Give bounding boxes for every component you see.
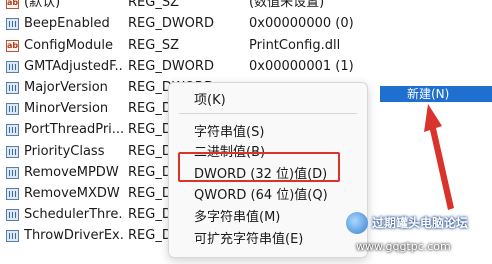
binary-value-icon (6, 230, 19, 242)
registry-row[interactable]: ab ConfigModule REG_SZ PrintConfig.dll (0, 36, 492, 56)
dword-highlight-box (178, 152, 340, 182)
string-value-icon: ab (6, 40, 19, 52)
menu-item-expandable-string-value[interactable]: 可扩充字符串值(E) (194, 228, 303, 247)
value-name: SchedulerThre... (24, 207, 124, 222)
value-name: GMTAdjustedF... (24, 59, 124, 74)
binary-value-icon (6, 82, 19, 94)
value-name: RemoveMXDW (24, 186, 120, 201)
value-data: 0x00000000 (0) (249, 16, 354, 31)
value-data: (数值未设置) (249, 0, 325, 10)
red-arrow-icon (424, 104, 454, 210)
string-value-icon: ab (6, 0, 19, 9)
value-data: PrintConfig.dll (249, 38, 341, 53)
registry-row[interactable]: BeepEnabled REG_DWORD 0x00000000 (0) (0, 14, 492, 34)
value-type: REG_DWORD (128, 59, 214, 74)
binary-value-icon (6, 124, 19, 136)
value-type: REG_SZ (128, 0, 179, 10)
registry-row[interactable]: ab (默认) REG_SZ (数值未设置) (0, 0, 492, 13)
binary-value-icon (6, 61, 19, 73)
binary-value-icon (6, 209, 19, 221)
binary-value-icon (6, 18, 19, 30)
value-name: MinorVersion (24, 101, 109, 116)
value-name: ConfigModule (24, 38, 113, 53)
value-type: REG_SZ (128, 38, 179, 53)
value-type: REG_DWORD (128, 16, 214, 31)
value-name: MajorVersion (24, 80, 108, 95)
value-name: BeepEnabled (24, 16, 110, 31)
watermark-title: 过期罐头电脑论坛 (372, 216, 469, 230)
value-name: PriorityClass (24, 144, 105, 159)
watermark-logo-icon (346, 212, 368, 234)
value-name: PortThreadPri... (24, 122, 124, 137)
menu-separator (179, 113, 357, 114)
registry-row[interactable]: GMTAdjustedF... REG_DWORD 0x00000001 (1) (0, 57, 492, 77)
menu-item-string-value[interactable]: 字符串值(S) (194, 121, 264, 140)
binary-value-icon (6, 188, 19, 200)
binary-value-icon (6, 103, 19, 115)
value-name: (默认) (24, 0, 61, 10)
binary-value-icon (6, 167, 19, 179)
binary-value-icon (6, 146, 19, 158)
menu-item-key[interactable]: 项(K) (194, 89, 226, 108)
menu-item-multi-string-value[interactable]: 多字符串值(M) (194, 206, 280, 225)
watermark-url: www.gqgtpc.com (356, 240, 451, 253)
value-name: RemoveMPDW (24, 165, 119, 180)
watermark: 过期罐头电脑论坛 www.gqgtpc.com (346, 210, 492, 264)
menu-item-qword-value[interactable]: QWORD (64 位)值(Q) (194, 184, 328, 203)
value-name: ThrowDriverEx... (24, 228, 124, 243)
value-data: 0x00000001 (1) (249, 59, 354, 74)
